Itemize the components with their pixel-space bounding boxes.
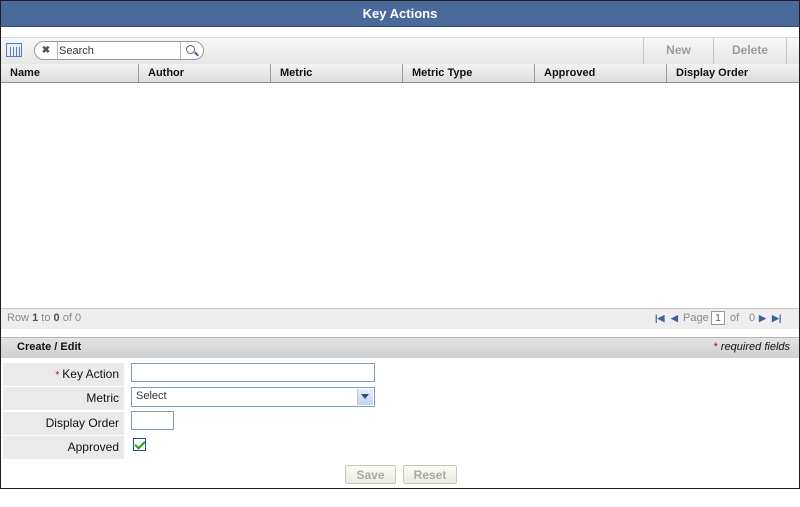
search-button[interactable] xyxy=(180,42,203,59)
new-button[interactable]: New xyxy=(644,38,713,64)
display-order-label: Display Order xyxy=(3,412,124,435)
column-header-metric[interactable]: Metric xyxy=(271,64,403,82)
required-fields-note: * required fields xyxy=(713,341,790,353)
metric-label: Metric xyxy=(3,387,124,410)
save-button[interactable]: Save xyxy=(345,465,396,484)
grid-toolbar: ✖ New Delete xyxy=(1,37,799,65)
prev-page-icon[interactable]: ◀ xyxy=(671,313,681,323)
toolbar-divider xyxy=(786,38,787,64)
metric-select[interactable]: Select xyxy=(131,387,375,407)
search-box: ✖ xyxy=(34,41,204,60)
reset-button[interactable]: Reset xyxy=(403,465,457,484)
column-header-name[interactable]: Name xyxy=(1,64,139,82)
column-header-metric-type[interactable]: Metric Type xyxy=(403,64,535,82)
clear-search-icon[interactable]: ✖ xyxy=(35,42,58,59)
dropdown-arrow-icon[interactable] xyxy=(357,389,373,405)
delete-button[interactable]: Delete xyxy=(714,38,786,64)
section-title: Create / Edit xyxy=(17,341,82,353)
panel-title: Key Actions xyxy=(1,1,799,27)
column-header-display-order[interactable]: Display Order xyxy=(667,64,799,82)
display-order-input[interactable] xyxy=(131,411,174,430)
search-input[interactable] xyxy=(59,43,183,58)
column-header-author[interactable]: Author xyxy=(139,64,271,82)
column-header-approved[interactable]: Approved xyxy=(535,64,667,82)
required-star-icon: * xyxy=(713,341,718,353)
page-total: 0 xyxy=(749,312,756,324)
column-chooser-icon[interactable] xyxy=(6,43,22,57)
page-number-input[interactable]: 1 xyxy=(711,311,725,325)
approved-checkbox[interactable] xyxy=(133,438,146,451)
metric-selected-value: Select xyxy=(136,390,167,402)
row-info: Row 1 to 0 of 0 xyxy=(7,312,82,324)
pager-bar: Row 1 to 0 of 0 |◀ ◀ Page 1 of 0 ▶ ▶| xyxy=(1,308,799,329)
grid-body xyxy=(1,83,799,308)
next-page-icon[interactable]: ▶ xyxy=(759,313,769,323)
key-action-label: * Key Action xyxy=(3,363,124,386)
key-action-input[interactable] xyxy=(131,363,375,382)
required-star-icon: * xyxy=(55,370,60,381)
approved-label: Approved xyxy=(3,436,124,459)
first-page-icon[interactable]: |◀ xyxy=(655,313,665,323)
key-actions-panel: Key Actions ✖ New Delete Name Author Met… xyxy=(0,0,800,489)
create-edit-header: Create / Edit * required fields xyxy=(1,337,799,358)
page-of-label: of xyxy=(730,312,740,324)
page-label: Page xyxy=(683,312,709,324)
last-page-icon[interactable]: ▶| xyxy=(772,313,782,323)
grid-header: Name Author Metric Metric Type Approved … xyxy=(1,64,799,83)
